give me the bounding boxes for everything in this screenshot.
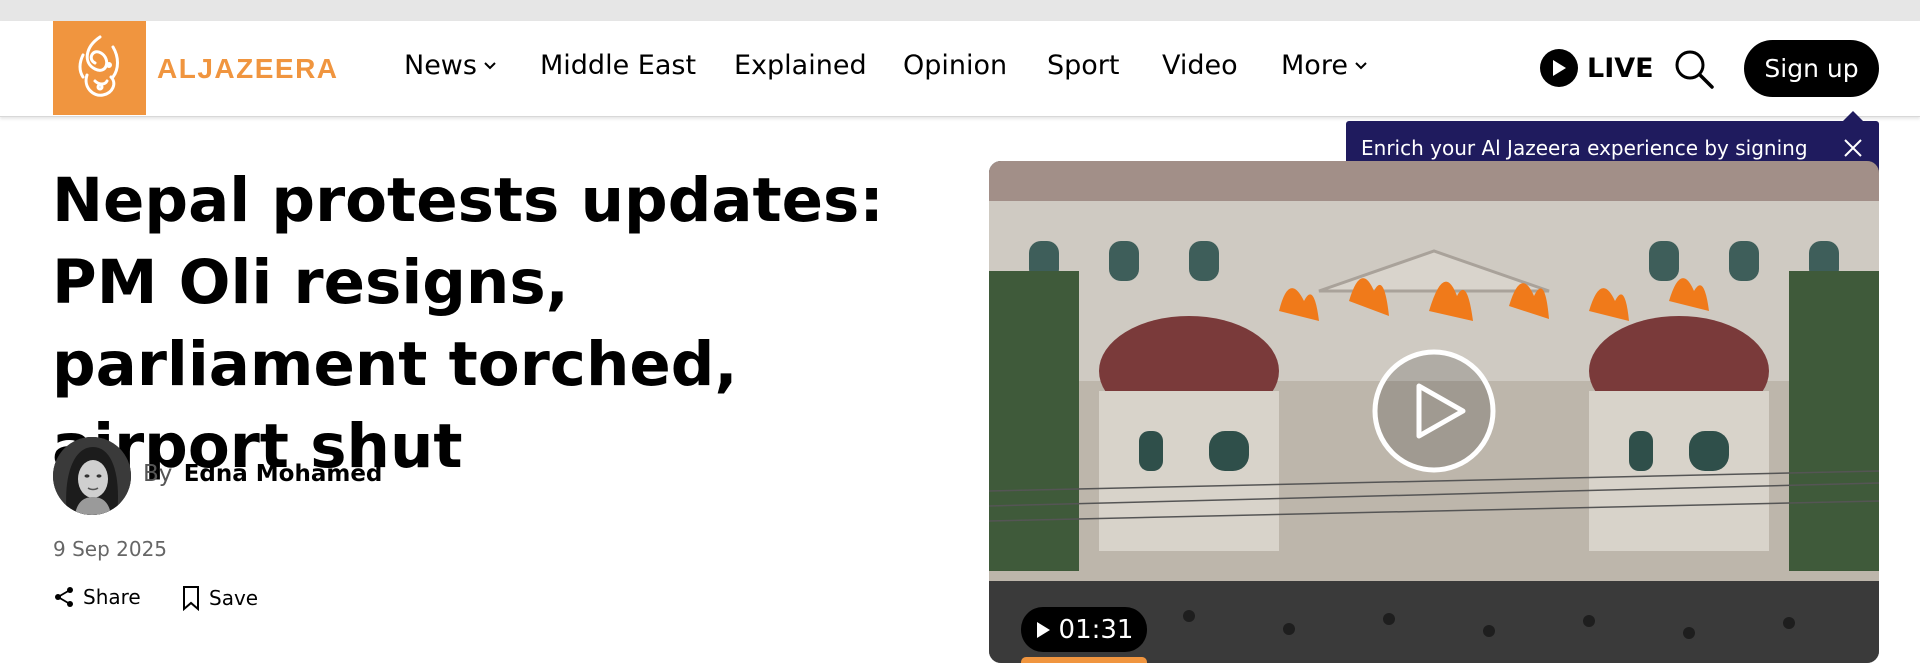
video-duration-badge: 01:31 [1021,607,1147,652]
play-icon [1540,49,1578,87]
author-photo [53,437,131,515]
save-button[interactable]: Save [181,585,258,611]
nav-item-more[interactable]: More [1281,50,1368,81]
author-avatar[interactable] [53,437,131,515]
nav-item-news[interactable]: News [404,50,497,81]
nav-item-label: Opinion [903,50,1008,81]
logo-wordmark[interactable]: ALJAZEERA [157,53,339,85]
share-button[interactable]: Share [53,585,141,609]
nav-item-video[interactable]: Video [1162,50,1238,81]
play-video-button[interactable] [1371,348,1497,474]
site-header: ALJAZEERA News Middle East Explained Opi… [0,21,1920,117]
bookmark-icon [181,585,201,611]
publish-date: 9 Sep 2025 [53,537,168,561]
chevron-down-icon [1354,61,1368,71]
author-link[interactable]: Edna Mohamed [184,461,383,487]
nav-item-explained[interactable]: Explained [734,50,867,81]
nav-item-middle-east[interactable]: Middle East [540,50,696,81]
logo-calligraphy-icon [78,35,119,97]
search-button[interactable] [1672,47,1716,91]
byline: By Edna Mohamed [143,461,382,487]
share-icon [53,586,75,608]
nav-item-sport[interactable]: Sport [1047,50,1119,81]
play-icon [1035,621,1051,639]
live-label: LIVE [1587,52,1654,84]
video-player[interactable]: 01:31 [989,161,1879,663]
play-icon [1372,349,1496,473]
nav-item-label: More [1281,50,1348,81]
browser-top-strip [0,0,1920,21]
nav-item-label: Explained [734,50,867,81]
close-icon[interactable] [1841,136,1865,160]
save-label: Save [209,586,259,610]
duration-text: 01:31 [1058,614,1134,645]
video-progress-accent [1021,657,1147,663]
nav-item-label: Sport [1047,50,1120,81]
share-label: Share [83,585,141,609]
logo-emblem[interactable] [53,21,146,115]
nav-item-label: Middle East [540,50,697,81]
live-button[interactable]: LIVE [1540,49,1654,87]
article-headline: Nepal protests updates: PM Oli resigns, … [52,165,884,482]
chevron-down-icon [483,61,497,71]
search-icon [1675,50,1714,89]
byline-prefix: By [143,461,173,487]
nav-item-label: News [404,50,477,81]
nav-item-opinion[interactable]: Opinion [903,50,1007,81]
nav-item-label: Video [1162,50,1238,81]
sign-up-button[interactable]: Sign up [1744,40,1879,97]
